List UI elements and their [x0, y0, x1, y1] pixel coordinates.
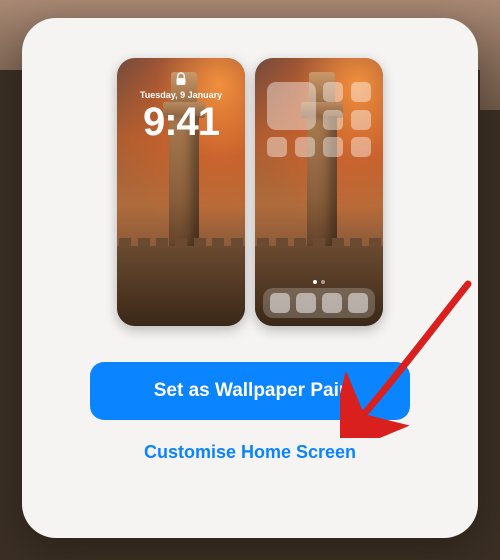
home-app-icon [295, 137, 315, 157]
lock-icon [176, 72, 187, 91]
lockscreen-time: 9:41 [117, 100, 245, 145]
home-widget [267, 82, 316, 130]
home-grid [267, 82, 371, 157]
home-dock [263, 288, 375, 318]
dock-app-icon [322, 293, 342, 313]
home-app-icon [267, 137, 287, 157]
home-app-icon [323, 82, 343, 102]
page-dots [255, 280, 383, 284]
home-app-icon [323, 137, 343, 157]
action-buttons: Set as Wallpaper Pair Customise Home Scr… [52, 362, 448, 467]
homescreen-preview [255, 58, 383, 326]
dock-app-icon [270, 293, 290, 313]
customise-home-screen-button[interactable]: Customise Home Screen [52, 420, 448, 467]
home-app-icon [351, 110, 371, 130]
home-app-icon [351, 82, 371, 102]
preview-row: Tuesday, 9 January 9:41 [52, 58, 448, 326]
dock-app-icon [348, 293, 368, 313]
set-wallpaper-pair-button[interactable]: Set as Wallpaper Pair [90, 362, 410, 420]
home-app-icon [351, 137, 371, 157]
wallpaper-set-card: Tuesday, 9 January 9:41 [22, 18, 478, 538]
lockscreen-preview: Tuesday, 9 January 9:41 [117, 58, 245, 326]
home-app-icon [323, 110, 343, 130]
lockscreen-date: Tuesday, 9 January [117, 90, 245, 100]
dock-app-icon [296, 293, 316, 313]
wall [117, 246, 245, 326]
